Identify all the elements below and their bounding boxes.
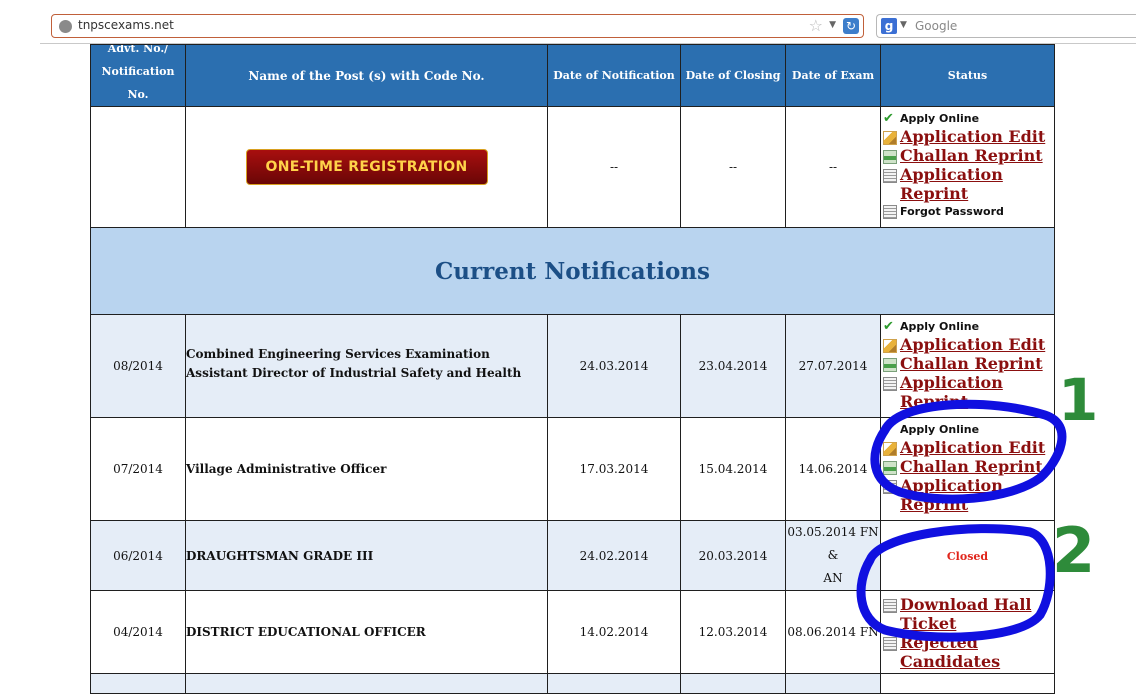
header-date-exam: Date of Exam	[785, 44, 881, 107]
status-cell: Download Hall Ticket Rejected Candidates	[880, 590, 1055, 674]
registration-row: ONE-TIME REGISTRATION -- -- -- ✔ Apply On…	[90, 106, 1055, 228]
one-time-registration-button[interactable]: ONE-TIME REGISTRATION	[245, 149, 488, 185]
bookmark-star-icon[interactable]: ☆	[809, 16, 823, 35]
cell-date-closing: 20.03.2014	[680, 520, 786, 591]
application-edit-link[interactable]: Application Edit	[900, 127, 1045, 146]
application-edit-link[interactable]: Application Edit	[900, 335, 1045, 354]
annotation-number-1: 1	[1058, 366, 1098, 434]
cell-date-notification: 24.03.2014	[547, 314, 681, 418]
cell-post-name: DISTRICT EDUCATIONAL OFFICER	[185, 590, 548, 674]
globe-icon	[59, 20, 72, 33]
status-cell: ✔ Apply Online Application Edit Challan R…	[880, 106, 1055, 228]
table-row: 07/2014 Village Administrative Officer 1…	[90, 417, 1055, 521]
application-reprint-link[interactable]: Application Reprint	[900, 165, 1003, 203]
application-edit-link[interactable]: Application Edit	[900, 438, 1045, 457]
challan-reprint-link[interactable]: Challan Reprint	[900, 457, 1043, 476]
download-hall-ticket-link[interactable]: Download Hall Ticket	[900, 595, 1031, 633]
status-cell: ✔ Apply Online Application Edit Challan R…	[880, 314, 1055, 418]
cell-date-closing: 15.04.2014	[680, 417, 786, 521]
challan-reprint-link[interactable]: Challan Reprint	[900, 146, 1043, 165]
document-icon	[883, 377, 897, 391]
engine-dropdown-icon[interactable]: ▼	[900, 20, 907, 30]
history-dropdown-icon[interactable]: ▼	[829, 20, 836, 30]
annotation-number-2: 2	[1052, 514, 1095, 587]
notifications-table: Advt. No./Notification No. Name of the P…	[90, 44, 1055, 694]
document-icon	[883, 169, 897, 183]
printer-icon	[883, 461, 897, 475]
cell-post-name: Village Administrative Officer	[185, 417, 548, 521]
application-reprint-link[interactable]: Application Reprint	[900, 373, 1003, 411]
cell-date-closing: 23.04.2014	[680, 314, 786, 418]
cell-date-notification: 24.02.2014	[547, 520, 681, 591]
cell-date-exam: 03.05.2014 FN & AN	[785, 520, 881, 591]
check-icon: ✔	[883, 422, 894, 437]
cell-advt-no: 08/2014	[90, 314, 186, 418]
table-header-row: Advt. No./Notification No. Name of the P…	[90, 44, 1055, 107]
header-post-name: Name of the Post (s) with Code No.	[185, 44, 548, 107]
cell-date-notification: --	[547, 106, 681, 228]
printer-icon	[883, 150, 897, 164]
pencil-icon	[883, 442, 897, 456]
address-bar-url[interactable]: tnpscexams.net	[78, 18, 174, 32]
document-icon	[883, 205, 897, 219]
document-icon	[883, 599, 897, 613]
section-title: Current Notifications	[90, 227, 1055, 315]
cell-date-notification: 17.03.2014	[547, 417, 681, 521]
search-placeholder[interactable]: Google	[915, 19, 957, 33]
address-bar[interactable]: tnpscexams.net ☆ ▼ ↻	[51, 14, 864, 38]
cell-post-name: Combined Engineering Services Examinatio…	[185, 314, 548, 418]
table-row: 06/2014 DRAUGHTSMAN GRADE III 24.02.2014…	[90, 520, 1055, 591]
browser-toolbar: tnpscexams.net ☆ ▼ ↻ g ▼ Google	[0, 0, 1136, 44]
document-icon	[883, 480, 897, 494]
cell-advt-no: 06/2014	[90, 520, 186, 591]
table-row: 04/2014 DISTRICT EDUCATIONAL OFFICER 14.…	[90, 590, 1055, 674]
section-band-row: Current Notifications	[90, 227, 1055, 315]
closed-status: Closed	[946, 549, 989, 563]
status-cell: ✔ Apply Online Application Edit Challan R…	[880, 417, 1055, 521]
table-row: 08/2014 Combined Engineering Services Ex…	[90, 314, 1055, 418]
printer-icon	[883, 358, 897, 372]
cell-post-name: DRAUGHTSMAN GRADE III	[185, 520, 548, 591]
pencil-icon	[883, 339, 897, 353]
cell-date-closing: 12.03.2014	[680, 590, 786, 674]
cell-advt-no: 07/2014	[90, 417, 186, 521]
document-icon	[883, 637, 897, 651]
cell-date-closing: --	[680, 106, 786, 228]
cell-date-exam: 08.06.2014 FN	[785, 590, 881, 674]
apply-online-link[interactable]: Apply Online	[900, 318, 979, 335]
cell-date-exam: 27.07.2014	[785, 314, 881, 418]
apply-online-link[interactable]: Apply Online	[900, 421, 979, 438]
header-status: Status	[880, 44, 1055, 107]
check-icon: ✔	[883, 111, 894, 126]
cell-advt-no: 04/2014	[90, 590, 186, 674]
challan-reprint-link[interactable]: Challan Reprint	[900, 354, 1043, 373]
check-icon: ✔	[883, 319, 894, 334]
forgot-password-link[interactable]: Forgot Password	[900, 203, 1004, 220]
header-advt-no: Advt. No./Notification No.	[90, 44, 186, 107]
search-bar[interactable]: g ▼ Google	[876, 14, 1136, 38]
google-engine-icon[interactable]: g	[881, 18, 897, 34]
apply-online-link[interactable]: Apply Online	[900, 110, 979, 127]
header-date-notification: Date of Notification	[547, 44, 681, 107]
rejected-candidates-link[interactable]: Rejected Candidates	[900, 633, 1000, 671]
cell-date-notification: 14.02.2014	[547, 590, 681, 674]
application-reprint-link[interactable]: Application Reprint	[900, 476, 1003, 514]
cell-date-exam: --	[785, 106, 881, 228]
status-cell: Closed	[880, 520, 1055, 591]
table-row	[90, 673, 1055, 694]
reload-icon[interactable]: ↻	[843, 18, 859, 34]
pencil-icon	[883, 131, 897, 145]
header-date-closing: Date of Closing	[680, 44, 786, 107]
cell-date-exam: 14.06.2014	[785, 417, 881, 521]
